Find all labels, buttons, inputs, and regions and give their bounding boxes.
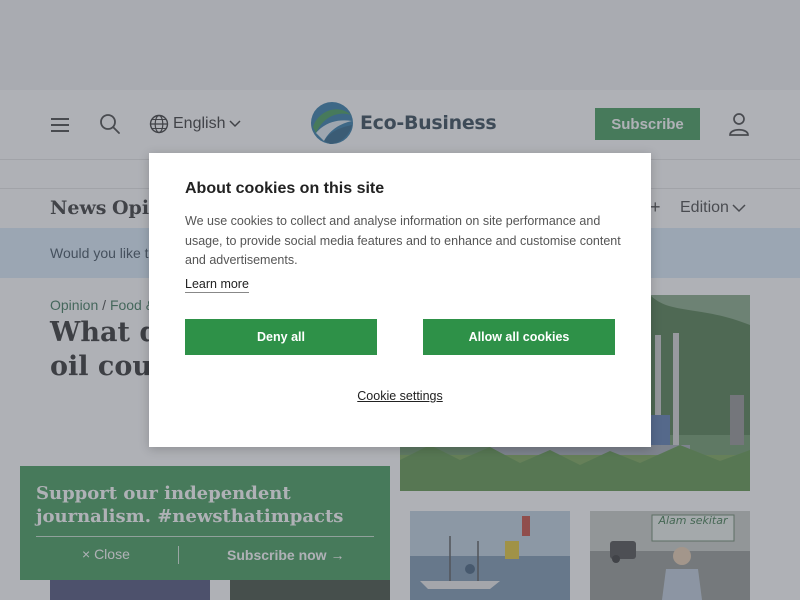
deny-all-button[interactable]: Deny all [185, 319, 377, 355]
dialog-title: About cookies on this site [185, 180, 385, 197]
cookie-settings-row: Cookie settings [149, 389, 651, 403]
dialog-description: We use cookies to collect and analyse in… [185, 214, 621, 268]
allow-all-cookies-button[interactable]: Allow all cookies [423, 319, 615, 355]
cookie-settings-link[interactable]: Cookie settings [357, 389, 442, 403]
learn-more-link[interactable]: Learn more [185, 277, 249, 293]
cookie-consent-dialog: About cookies on this site We use cookie… [149, 153, 651, 447]
